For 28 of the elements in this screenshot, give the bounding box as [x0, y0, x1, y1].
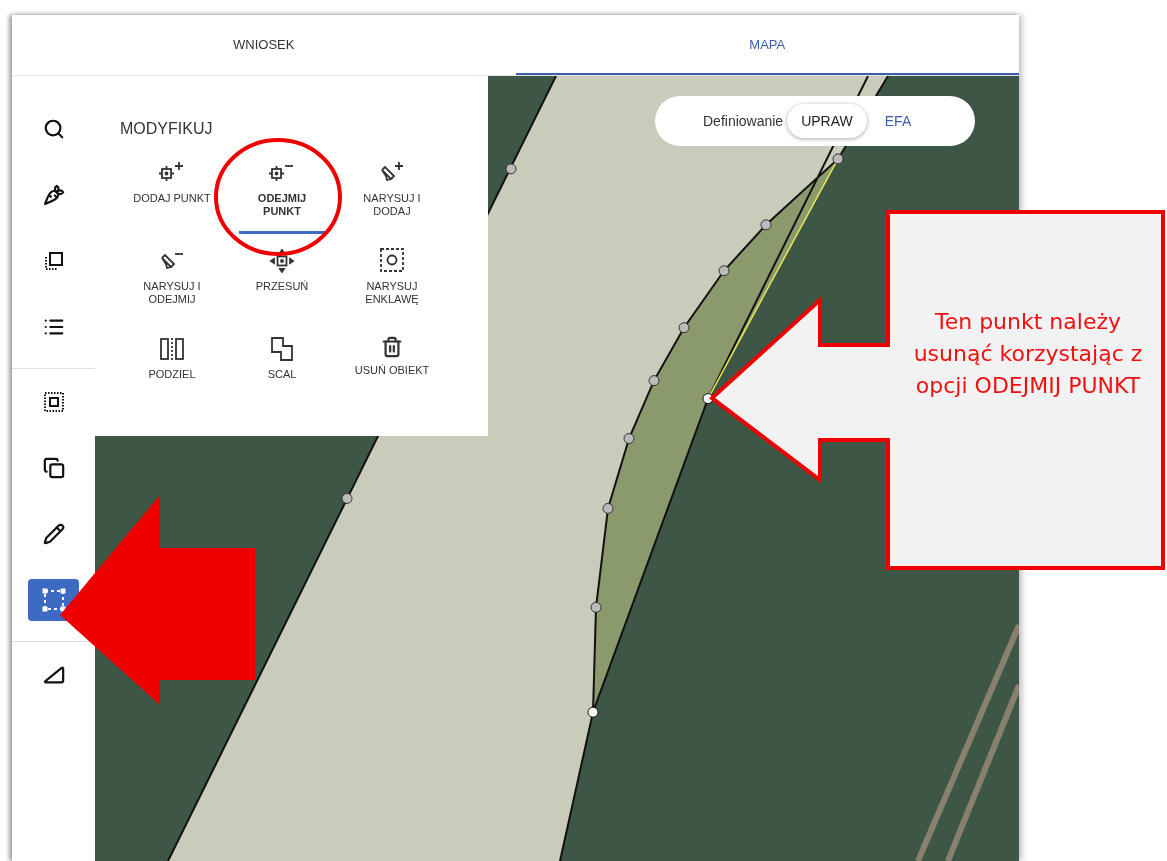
split-icon [158, 336, 186, 362]
merge-shapes-icon [268, 336, 296, 362]
vegetable-icon [42, 184, 65, 206]
tool-button[interactable]: NARYSUJ I ODEJMIJ [129, 248, 215, 322]
dotted-square-icon [42, 391, 65, 413]
dotted-square-icon [42, 250, 65, 272]
tool-button[interactable]: SCAL [239, 336, 325, 410]
tool-button[interactable]: ODEJMIJ PUNKT [239, 160, 325, 234]
tool-button[interactable]: USUŃ OBIEKT [349, 336, 435, 410]
toggle-option[interactable]: UPRAW [787, 104, 867, 138]
pencil-icon [42, 523, 65, 545]
triangle-ruler-icon [42, 664, 65, 686]
tool-button[interactable]: PRZESUŃ [239, 248, 325, 322]
tool-button[interactable]: PODZIEL [129, 336, 215, 410]
tab[interactable]: WNIOSEK [12, 15, 516, 75]
list-icon [42, 316, 65, 338]
tab[interactable]: MAPA [515, 15, 1019, 75]
tool-button[interactable]: NARYSUJ ENKLAWĘ [349, 248, 435, 322]
search-icon [42, 118, 65, 140]
toggle-label: Definiowanie [703, 113, 784, 129]
panel-title: MODYFIKUJ [120, 120, 214, 138]
copy-icon [42, 457, 65, 479]
tool-button[interactable]: NARYSUJ I DODAJ [349, 160, 435, 234]
dashed-square-icon [41, 588, 66, 612]
dashed-circle-square-icon [378, 248, 406, 274]
tool-button[interactable]: DODAJ PUNKT [129, 160, 215, 234]
trash-icon [381, 336, 403, 358]
move-arrows-icon [268, 248, 296, 274]
